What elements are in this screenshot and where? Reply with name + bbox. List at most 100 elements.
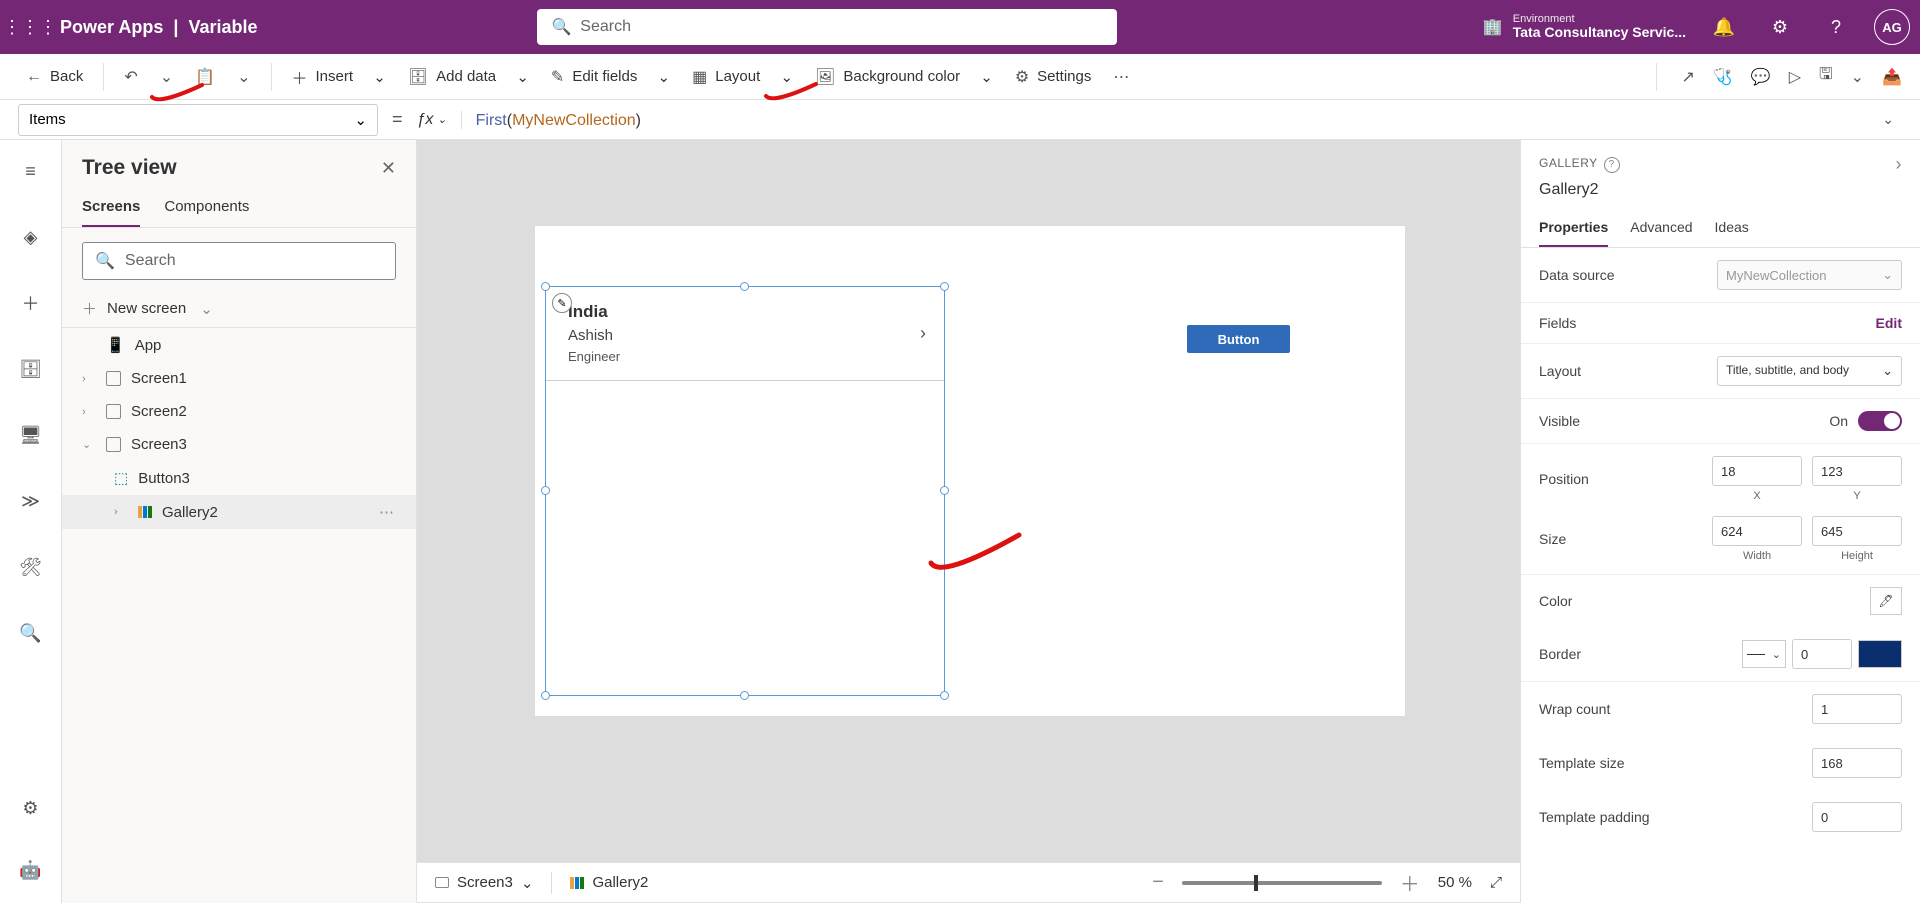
paste-split[interactable]: ⌄ <box>229 61 258 93</box>
help-icon[interactable]: ? <box>1818 9 1854 45</box>
fields-edit-link[interactable]: Edit <box>1876 315 1902 331</box>
tree-item-app[interactable]: 📱App <box>62 328 416 362</box>
close-panel-icon[interactable]: ✕ <box>381 158 396 179</box>
datasource-dropdown[interactable]: MyNewCollection⌄ <box>1717 260 1902 290</box>
notifications-icon[interactable]: 🔔 <box>1706 9 1742 45</box>
hamburger-icon[interactable]: ≡ <box>12 152 50 190</box>
template-padding-input[interactable]: 0 <box>1812 802 1902 832</box>
chevron-right-icon[interactable]: › <box>920 323 926 344</box>
treeview-rail-icon[interactable]: ◈ <box>12 218 50 256</box>
tree-item-gallery2[interactable]: › Gallery2 ⋯ <box>62 495 416 529</box>
prop-datasource-label: Data source <box>1539 267 1614 283</box>
comments-icon[interactable]: 💬 <box>1751 67 1771 87</box>
tree-search-input[interactable]: 🔍 Search <box>82 242 396 280</box>
app-icon: 📱 <box>106 336 125 354</box>
panel-category: GALLERY <box>1539 156 1598 170</box>
prop-position-label: Position <box>1539 471 1589 487</box>
tree-item-screen3[interactable]: ⌄Screen3 <box>62 428 416 461</box>
play-icon[interactable]: ▷ <box>1789 67 1801 87</box>
status-screen-picker[interactable]: Screen3⌄ <box>435 874 533 892</box>
border-color-picker[interactable] <box>1858 640 1902 668</box>
width-input[interactable]: 624 <box>1712 516 1802 546</box>
position-y-input[interactable]: 123 <box>1812 456 1902 486</box>
border-style-dropdown[interactable]: ⌄ <box>1742 640 1786 668</box>
tab-ideas[interactable]: Ideas <box>1715 209 1749 247</box>
overflow-button[interactable]: ⋯ <box>1105 61 1137 93</box>
publish-icon[interactable]: 📤 <box>1882 67 1902 87</box>
template-size-input[interactable]: 168 <box>1812 748 1902 778</box>
zoom-in-icon[interactable]: ＋ <box>1400 868 1420 897</box>
properties-panel: GALLERY? › Gallery2 Properties Advanced … <box>1520 140 1920 903</box>
resize-handle[interactable] <box>940 691 949 700</box>
border-width-input[interactable]: 0 <box>1792 639 1852 669</box>
status-selected-control[interactable]: Gallery2 <box>570 874 648 891</box>
save-split-icon[interactable]: ⌄ <box>1851 67 1864 87</box>
edit-fields-button[interactable]: ✎Edit fields ⌄ <box>543 61 678 93</box>
flows-rail-icon[interactable]: ≫ <box>12 482 50 520</box>
position-x-input[interactable]: 18 <box>1712 456 1802 486</box>
fx-label[interactable]: ƒx ⌄ <box>417 111 462 129</box>
media-rail-icon[interactable]: 🖥 <box>12 416 50 454</box>
tree-item-screen2[interactable]: ›Screen2 <box>62 395 416 428</box>
tab-properties[interactable]: Properties <box>1539 209 1608 247</box>
canvas-button-control[interactable]: Button <box>1187 325 1290 353</box>
user-avatar[interactable]: AG <box>1874 9 1910 45</box>
property-dropdown[interactable]: Items ⌄ <box>18 104 378 136</box>
chevron-down-icon: ⌄ <box>658 68 671 86</box>
search-icon: 🔍 <box>95 251 115 271</box>
wrap-count-input[interactable]: 1 <box>1812 694 1902 724</box>
search-rail-icon[interactable]: 🔍 <box>12 614 50 652</box>
visible-toggle[interactable] <box>1858 411 1902 431</box>
waffle-icon[interactable]: ⋮⋮⋮ <box>10 7 50 47</box>
chevron-right-icon[interactable]: › <box>1896 154 1903 175</box>
item-more-icon[interactable]: ⋯ <box>379 503 396 521</box>
back-button[interactable]: ←Back <box>18 62 91 92</box>
resize-handle[interactable] <box>541 691 550 700</box>
gallery-selection[interactable]: ✎ India Ashish Engineer › <box>545 286 945 696</box>
height-input[interactable]: 645 <box>1812 516 1902 546</box>
environment-picker[interactable]: 🏢 Environment Tata Consultancy Servic... <box>1483 13 1686 40</box>
expand-formula-button[interactable]: ⌄ <box>1874 111 1902 128</box>
zoom-percent: 50 % <box>1438 874 1472 891</box>
tools-rail-icon[interactable]: 🛠 <box>12 548 50 586</box>
tab-advanced[interactable]: Advanced <box>1630 209 1692 247</box>
chevron-down-icon: ⌄ <box>200 300 213 318</box>
add-data-button[interactable]: 🗄Add data ⌄ <box>400 61 537 93</box>
settings-rail-icon[interactable]: ⚙ <box>12 789 50 827</box>
resize-handle[interactable] <box>740 691 749 700</box>
equals-sign: = <box>392 109 403 130</box>
gallery-template-row[interactable]: ✎ India Ashish Engineer › <box>546 287 944 381</box>
color-picker[interactable]: 🖊 <box>1870 587 1902 615</box>
settings-button[interactable]: ⚙Settings <box>1007 61 1100 93</box>
edit-template-icon[interactable]: ✎ <box>552 293 572 313</box>
share-icon[interactable]: ↗ <box>1681 67 1694 87</box>
global-search[interactable]: 🔍 Search <box>537 9 1117 45</box>
insert-button[interactable]: ＋Insert ⌄ <box>284 59 394 95</box>
undo-button[interactable]: ↶ <box>116 61 145 93</box>
layout-dropdown[interactable]: Title, subtitle, and body⌄ <box>1717 356 1902 386</box>
help-icon[interactable]: ? <box>1604 157 1620 173</box>
data-icon: 🗄 <box>408 67 428 87</box>
search-icon: 🔍 <box>551 17 571 37</box>
resize-handle[interactable] <box>940 486 949 495</box>
formula-input[interactable]: First(MyNewCollection) <box>476 110 1861 130</box>
checker-icon[interactable]: 🩺 <box>1713 67 1733 87</box>
save-icon[interactable]: 🖫 <box>1819 63 1833 90</box>
tree-item-screen1[interactable]: ›Screen1 <box>62 362 416 395</box>
new-screen-button[interactable]: ＋ New screen ⌄ <box>62 290 416 328</box>
tree-item-button3[interactable]: ⬚Button3 <box>62 461 416 495</box>
env-label: Environment <box>1513 13 1686 25</box>
virtual-agent-rail-icon[interactable]: 🤖 <box>12 851 50 889</box>
resize-handle[interactable] <box>541 486 550 495</box>
insert-rail-icon[interactable]: ＋ <box>12 284 50 322</box>
tab-components[interactable]: Components <box>164 188 249 227</box>
data-rail-icon[interactable]: 🗄 <box>12 350 50 388</box>
fit-to-window-icon[interactable]: ⤢ <box>1490 874 1502 891</box>
zoom-out-icon[interactable]: − <box>1152 871 1164 894</box>
tab-screens[interactable]: Screens <box>82 188 140 227</box>
settings-gear-icon[interactable]: ⚙ <box>1762 9 1798 45</box>
zoom-slider[interactable] <box>1182 881 1382 885</box>
prop-wrap-label: Wrap count <box>1539 701 1610 717</box>
bgcolor-button[interactable]: 🖼Background color ⌄ <box>807 61 1001 93</box>
canvas-area[interactable]: Button ✎ India Ashish Engineer › <box>417 140 1520 903</box>
